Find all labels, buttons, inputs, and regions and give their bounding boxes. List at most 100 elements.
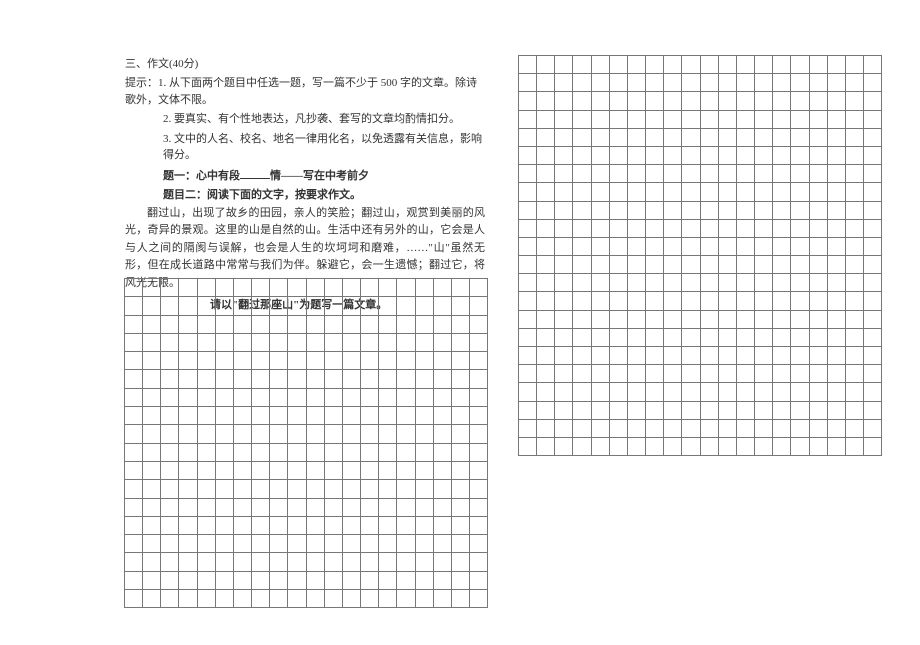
grid-cell [215, 553, 233, 571]
grid-cell [791, 92, 809, 110]
grid-cell [646, 292, 664, 310]
grid-cell [700, 56, 718, 74]
grid-cell [537, 292, 555, 310]
grid-cell [646, 110, 664, 128]
grid-cell [519, 310, 537, 328]
grid-cell [718, 274, 736, 292]
grid-cell [845, 383, 863, 401]
grid-cell [361, 553, 379, 571]
grid-cell [682, 165, 700, 183]
grid-cell [537, 437, 555, 455]
grid-cell [215, 535, 233, 553]
grid-cell [537, 110, 555, 128]
grid-cell [361, 279, 379, 297]
grid-cell [809, 56, 827, 74]
grid-cell [755, 292, 773, 310]
grid-cell [555, 365, 573, 383]
grid-cell [161, 590, 179, 608]
grid-cell [270, 553, 288, 571]
grid-cell [646, 383, 664, 401]
grid-cell [451, 590, 469, 608]
grid-cell [143, 516, 161, 534]
grid-cell [863, 128, 881, 146]
grid-cell [197, 279, 215, 297]
grid-cell [197, 407, 215, 425]
grid-cell [755, 328, 773, 346]
grid-cell [736, 219, 754, 237]
grid-cell [591, 56, 609, 74]
grid-cell [591, 383, 609, 401]
grid-cell [519, 419, 537, 437]
grid-cell [179, 535, 197, 553]
grid-cell [324, 553, 342, 571]
grid-cell [306, 498, 324, 516]
grid-cell [809, 437, 827, 455]
grid-cell [809, 110, 827, 128]
grid-cell [215, 407, 233, 425]
grid-cell [646, 256, 664, 274]
grid-cell [397, 535, 415, 553]
grid-cell [755, 219, 773, 237]
grid-cell [324, 279, 342, 297]
grid-cell [288, 315, 306, 333]
grid-cell [433, 333, 451, 351]
grid-cell [682, 328, 700, 346]
grid-cell [433, 315, 451, 333]
grid-cell [573, 274, 591, 292]
grid-cell [161, 333, 179, 351]
grid-cell [755, 201, 773, 219]
grid-cell [197, 480, 215, 498]
grid-cell [573, 146, 591, 164]
grid-cell [845, 310, 863, 328]
grid-cell [682, 74, 700, 92]
grid-cell [700, 128, 718, 146]
grid-cell [809, 92, 827, 110]
grid-cell [288, 407, 306, 425]
grid-cell [609, 347, 627, 365]
grid-cell [161, 443, 179, 461]
grid-cell [143, 535, 161, 553]
grid-cell [863, 237, 881, 255]
grid-cell [324, 370, 342, 388]
grid-cell [415, 443, 433, 461]
grid-cell [718, 365, 736, 383]
grid-cell [591, 219, 609, 237]
grid-cell [755, 419, 773, 437]
grid-cell [791, 328, 809, 346]
grid-cell [718, 92, 736, 110]
grid-cell [233, 461, 251, 479]
grid-cell [215, 333, 233, 351]
grid-cell [755, 183, 773, 201]
grid-cell [591, 183, 609, 201]
grid-cell [700, 256, 718, 274]
grid-cell [215, 315, 233, 333]
grid-cell [270, 279, 288, 297]
grid-cell [773, 56, 791, 74]
grid-cell [197, 535, 215, 553]
grid-cell [342, 461, 360, 479]
grid-cell [627, 437, 645, 455]
grid-cell [252, 498, 270, 516]
grid-cell [197, 388, 215, 406]
grid-cell [361, 315, 379, 333]
grid-cell [252, 553, 270, 571]
grid-cell [252, 407, 270, 425]
grid-cell [197, 443, 215, 461]
grid-cell [125, 590, 143, 608]
grid-cell [537, 419, 555, 437]
grid-cell [451, 370, 469, 388]
grid-cell [573, 219, 591, 237]
grid-cell [555, 274, 573, 292]
grid-cell [627, 201, 645, 219]
grid-cell [718, 146, 736, 164]
grid-cell [736, 128, 754, 146]
grid-cell [863, 347, 881, 365]
grid-cell [342, 590, 360, 608]
grid-cell [791, 292, 809, 310]
grid-cell [519, 92, 537, 110]
grid-cell [646, 365, 664, 383]
grid-cell [664, 183, 682, 201]
grid-cell [809, 146, 827, 164]
grid-cell [682, 183, 700, 201]
grid-cell [863, 183, 881, 201]
